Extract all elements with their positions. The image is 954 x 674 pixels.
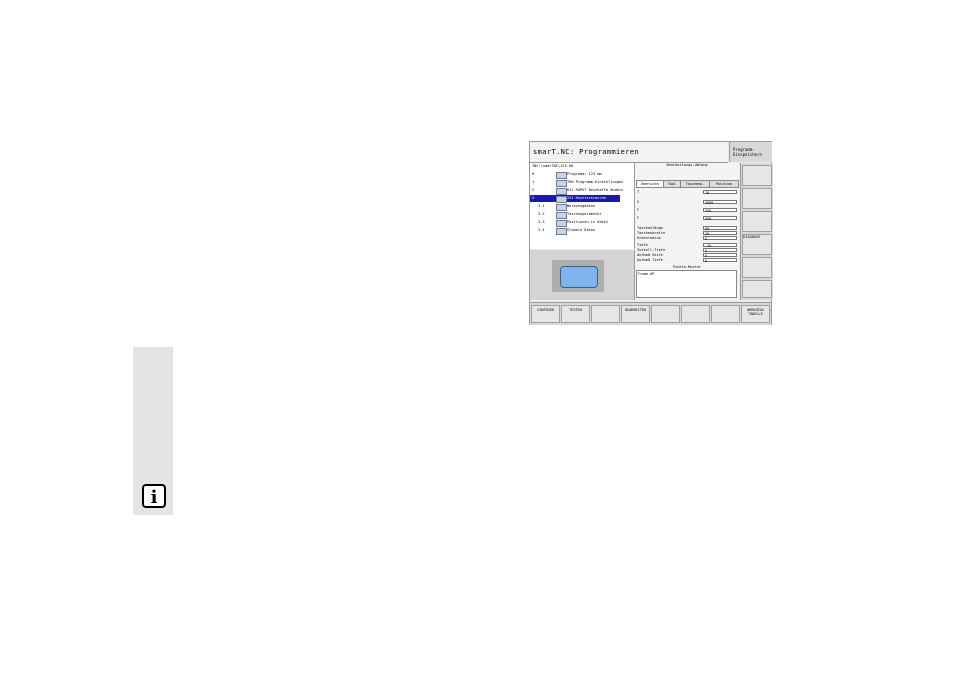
softkey-empty-7[interactable]	[711, 305, 740, 323]
pocket-icon	[556, 196, 567, 203]
positions-icon	[556, 220, 567, 227]
softkey-empty-3[interactable]	[591, 305, 620, 323]
tool-field[interactable]: 18	[703, 190, 737, 195]
field-label: Aufmaß Seite	[637, 253, 663, 257]
field-label: T	[637, 190, 640, 194]
pocket-param-icon	[556, 212, 567, 219]
mode-label: Programm-Einspeichern	[733, 147, 762, 157]
program-tree: TNC:\smarTNC\123.HU 0 Programm: 123 mm 17…	[530, 163, 635, 249]
corner-radius-field[interactable]: 0	[703, 236, 737, 241]
insert-softkey[interactable]: EINFÜGEN	[531, 305, 560, 323]
datum-icon	[556, 188, 567, 195]
softkey-5[interactable]	[742, 257, 772, 278]
field-label: F	[637, 216, 640, 220]
pattern-title: Punkte-Muster	[672, 265, 702, 269]
tab-tool[interactable]: Tool	[663, 180, 681, 188]
form-header: Bearbeitungs-Umfang	[666, 163, 708, 167]
softkey-empty-6[interactable]	[681, 305, 710, 323]
field-label: Eckenradius	[637, 236, 661, 240]
field-label: S	[637, 200, 640, 204]
mode-indicator: Programm-Einspeichern	[729, 142, 772, 162]
screen-title: smarT.NC: Programmieren	[533, 148, 640, 156]
side-allowance-field[interactable]: 0	[703, 253, 737, 258]
tool-table-softkey[interactable]: WERKZEUG TABELLE	[741, 305, 770, 323]
diagnose-softkey[interactable]: DIAGNOSE	[742, 234, 772, 255]
pattern-file-field[interactable]: Frame.HP	[636, 270, 737, 298]
horizontal-softkeys: EINFÜGEN TESTEN BEARBEITEN WERKZEUG TABE…	[530, 302, 771, 325]
softkey-empty-5[interactable]	[651, 305, 680, 323]
field-label: Tiefe	[637, 243, 648, 247]
file-path: TNC:\smarTNC\123.HU	[532, 164, 574, 168]
parameter-form: Bearbeitungs-Umfang Übersicht Tool Tasch…	[635, 163, 739, 300]
softkey-3[interactable]	[742, 211, 772, 232]
tab-position[interactable]: Position	[709, 180, 739, 188]
settings-icon	[556, 180, 567, 187]
field-label: Aufmaß Tiefe	[637, 258, 663, 262]
help-graphic	[530, 250, 635, 300]
tnc-screenshot: smarT.NC: Programmieren Programm-Einspei…	[529, 141, 773, 325]
tool-icon	[556, 204, 567, 211]
field-label: Zustell-Tiefe	[637, 248, 666, 252]
plunge-depth-field[interactable]: 5	[703, 248, 737, 253]
tree-row[interactable]: 3.1 Werkzeugdaten	[530, 203, 634, 211]
softkey-6[interactable]	[742, 280, 772, 298]
form-tabs: Übersicht Tool Taschenp. Position	[636, 180, 739, 188]
tree-row[interactable]: 3.2 Taschenparameter	[530, 211, 634, 219]
depth-field[interactable]: -20	[703, 243, 737, 248]
tree-row[interactable]: 2 611 RÜPKT Beschaffe ändern	[530, 187, 634, 195]
pocket-width-field[interactable]: 20	[703, 231, 737, 236]
edit-softkey[interactable]: BEARBEITEN	[621, 305, 650, 323]
title-bar: smarT.NC: Programmieren	[530, 142, 728, 163]
field-label: Taschenbreite	[637, 231, 666, 235]
tree-row[interactable]: 1 700 Programm-Einstellungen	[530, 179, 634, 187]
tree-row-selected[interactable]: 3 251 Rechtecktasche	[530, 195, 634, 203]
feed-mill-field[interactable]: 500	[703, 216, 737, 221]
tree-row[interactable]: 3.3 Positionen in Datei	[530, 219, 634, 227]
field-label: F	[637, 208, 640, 212]
info-icon: i	[142, 484, 166, 508]
rectangular-pocket-icon	[560, 266, 598, 288]
tree-row[interactable]: 0 Programm: 123 mm	[530, 171, 634, 179]
field-label: Taschenlänge	[637, 226, 663, 230]
softkey-1[interactable]	[742, 165, 772, 186]
test-softkey[interactable]: TESTEN	[561, 305, 590, 323]
tree-row[interactable]: 3.4 Globale Daten	[530, 227, 634, 235]
softkey-2[interactable]	[742, 188, 772, 209]
spindle-speed-field[interactable]: 3000	[703, 200, 737, 205]
pocket-length-field[interactable]: 60	[703, 226, 737, 231]
floor-allowance-field[interactable]: 0	[703, 258, 737, 263]
globe-icon	[556, 228, 567, 235]
vertical-softkeys: DIAGNOSE	[740, 163, 773, 300]
program-icon	[556, 172, 567, 179]
feed-plunge-field[interactable]: 150	[703, 208, 737, 213]
tab-pocket[interactable]: Taschenp.	[680, 180, 710, 188]
tab-overview[interactable]: Übersicht	[636, 180, 664, 188]
